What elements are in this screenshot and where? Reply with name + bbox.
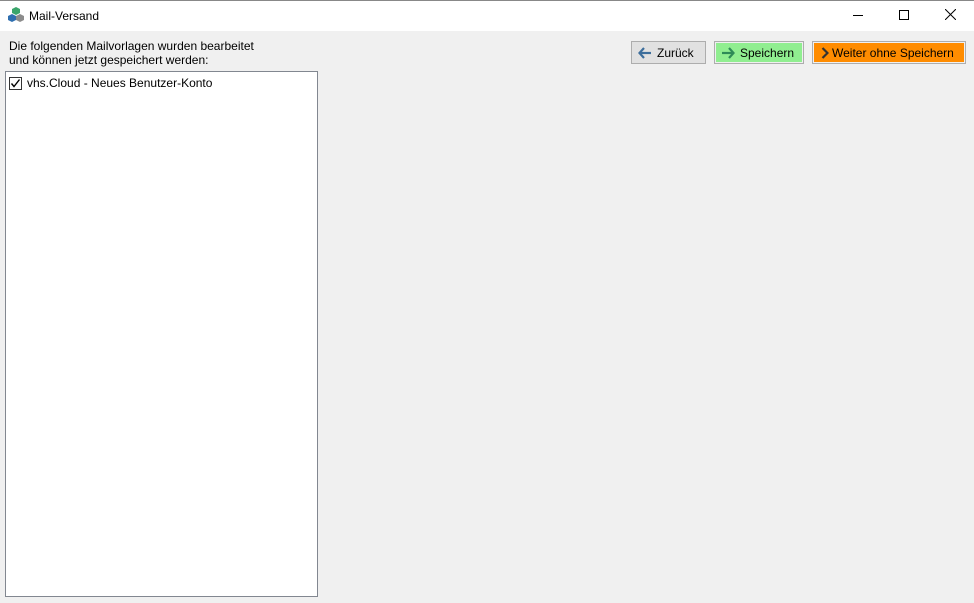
arrow-right-icon (721, 46, 735, 59)
maximize-button[interactable] (881, 1, 927, 31)
minimize-button[interactable] (835, 1, 881, 31)
list-item[interactable]: vhs.Cloud - Neues Benutzer-Konto (9, 75, 212, 91)
back-button[interactable]: Zurück (631, 41, 706, 64)
back-button-label: Zurück (657, 45, 694, 60)
save-button-label: Speichern (740, 45, 795, 60)
instruction-text: Die folgenden Mailvorlagen wurden bearbe… (9, 39, 309, 67)
minimize-icon (853, 9, 863, 23)
chevron-right-icon (821, 46, 829, 59)
close-button[interactable] (927, 1, 973, 31)
continue-button-label: Weiter ohne Speichern (832, 45, 954, 60)
mail-versand-window: Mail-Versand Die folgenden Mailvorlagen … (0, 0, 974, 603)
template-label: vhs.Cloud - Neues Benutzer-Konto (27, 76, 213, 90)
maximize-icon (899, 9, 909, 23)
arrow-left-icon (638, 46, 652, 59)
template-checkbox[interactable] (9, 76, 22, 90)
template-checklist[interactable]: vhs.Cloud - Neues Benutzer-Konto (5, 71, 318, 597)
instruction-line-2: und können jetzt gespeichert werden: (9, 53, 209, 67)
continue-without-saving-button[interactable]: Weiter ohne Speichern (812, 41, 966, 64)
instruction-line-1: Die folgenden Mailvorlagen wurden bearbe… (9, 39, 254, 53)
app-cubes-icon (8, 7, 24, 24)
close-icon (944, 8, 956, 23)
save-button[interactable]: Speichern (714, 41, 804, 64)
window-title: Mail-Versand (29, 9, 100, 23)
checkmark-icon (10, 78, 21, 88)
title-bar[interactable]: Mail-Versand (0, 1, 974, 31)
